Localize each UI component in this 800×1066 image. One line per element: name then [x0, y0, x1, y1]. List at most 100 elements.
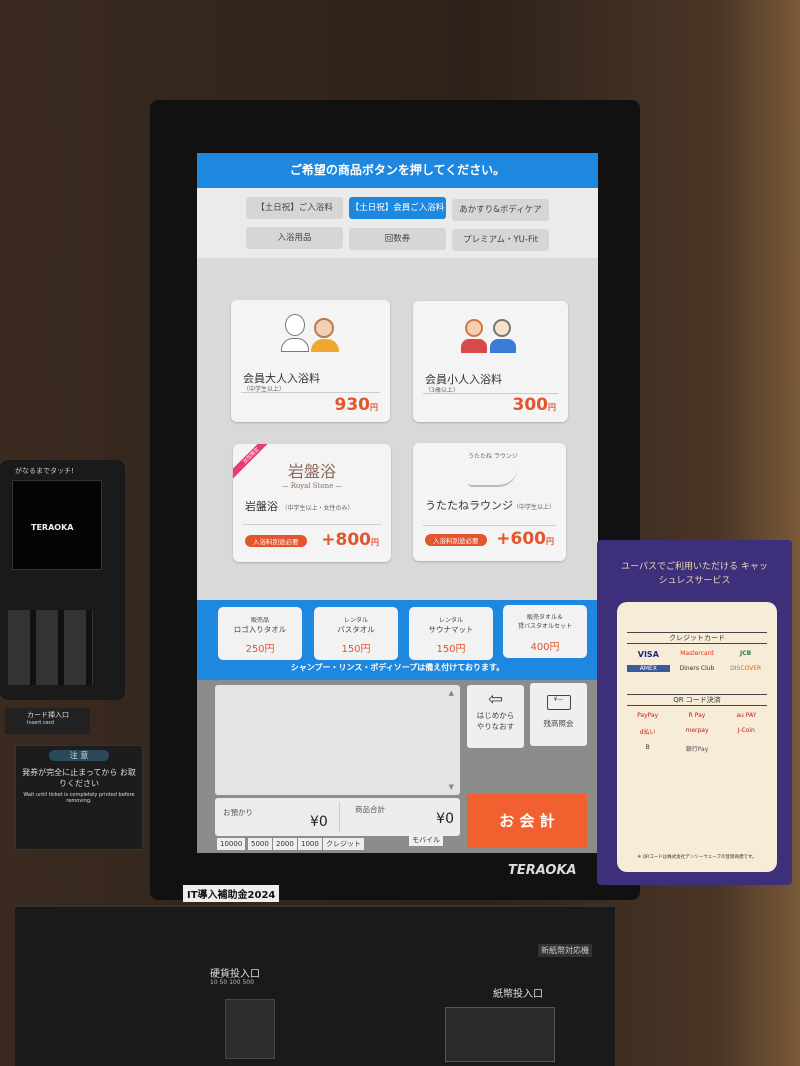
subsidy-sticker: IT導入補助金2024 — [183, 885, 280, 902]
bank-pay-b-logo: B — [645, 744, 650, 751]
towel-logo-towel[interactable]: 販売品 ロゴ入りタオル 250円 — [218, 607, 302, 660]
qr-footnote: ※ QRコードは株式会社デンソーウェーブの登録商標です。 — [637, 855, 757, 860]
coin-slot[interactable] — [225, 999, 275, 1059]
towel-line2: 貸バスタオルセット — [517, 623, 572, 630]
product-adult-member[interactable]: 会員大人入浴料 （中学生以上） 930円 — [231, 300, 390, 422]
product-price: +600円 — [496, 529, 554, 549]
payment-unit: 硬貨投入口 10 50 100 500 新紙幣対応機 紙幣投入口 — [15, 905, 615, 1066]
total-value: ¥0 — [436, 811, 454, 827]
coin-values: 10 50 100 500 — [210, 979, 254, 986]
deposit-label: お預かり — [223, 808, 253, 817]
cart-list[interactable]: ▲ ▼ — [215, 685, 460, 795]
mastercard-logo: Mastercard — [680, 650, 714, 657]
towel-line1: レンタル — [343, 617, 368, 624]
balance-inquiry-button[interactable]: ¥— 残高照会 — [530, 683, 587, 746]
cashless-sign: ユーパスでご利用いただける キャッシュレスサービス クレジットカード VISA … — [597, 540, 792, 885]
bath-fee-required-tag: 入浴料別途必要 — [245, 535, 307, 547]
tab-akasuri[interactable]: あかすり&ボディケア — [452, 199, 549, 221]
product-ganbanyoku[interactable]: 女性限定 岩盤浴 — Royal Stone — 岩盤浴 （中学生以上・女性のみ… — [233, 444, 391, 562]
ginko-pay-logo: 銀行Pay — [685, 746, 709, 753]
terminal-display: TERAOKA — [12, 480, 102, 570]
card-yen-icon: ¥— — [546, 695, 571, 710]
people-illustration-icon — [281, 312, 341, 352]
bill-slot-label: 紙幣投入口 — [493, 989, 543, 1000]
tab-bath-goods[interactable]: 入浴用品 — [246, 227, 343, 249]
product-price: 930円 — [335, 395, 379, 415]
cashless-card: クレジットカード VISA Mastercard JCB AMEX Diners… — [617, 602, 777, 872]
product-child-member[interactable]: 会員小人入浴料 （3歳以上） 300円 — [413, 301, 568, 422]
children-illustration-icon — [461, 317, 521, 355]
product-price: 300円 — [513, 395, 557, 415]
bill-slot[interactable] — [445, 1007, 555, 1062]
card-terminal: がなるまでタッチ! TERAOKA — [0, 460, 125, 700]
caution-en: Wait until ticket is completely printed … — [23, 792, 135, 804]
price-value: +600 — [496, 529, 546, 549]
caution-title: 注 意 — [49, 750, 109, 761]
royal-stone-logo: 岩盤浴 — Royal Stone — — [233, 458, 391, 490]
lounge-chair-logo: うたたね ラウンジ — [468, 451, 518, 487]
scroll-up-icon[interactable]: ▲ — [449, 689, 454, 697]
tab-premium[interactable]: プレミアム・YU-Fit — [452, 229, 549, 251]
deposit-value: ¥0 — [310, 814, 328, 830]
au-pay-logo: au PAY — [736, 712, 757, 719]
tab-coupon[interactable]: 回数券 — [349, 228, 446, 250]
back-arrow-icon: ⇦ — [487, 689, 504, 710]
card-insert-label-en: Insert card — [27, 720, 54, 726]
scroll-down-icon[interactable]: ▼ — [449, 783, 454, 791]
towel-price: 150円 — [436, 644, 466, 655]
towel-section: 販売品 ロゴ入りタオル 250円 レンタル バスタオル 150円 レンタルサウナマット 1… — [197, 600, 598, 680]
restart-label: はじめから やりなおす — [476, 711, 515, 731]
product-name: 岩盤浴 （中学生以上・女性のみ） — [245, 500, 354, 513]
kiosk-screen: ご希望の商品ボタンを押してください。 【土日祝】ご入浴料 【土日祝】会員ご入浴料… — [197, 153, 598, 853]
towel-sauna-mat-rental[interactable]: レンタル サウナマット 150円 — [409, 607, 493, 660]
towel-line2: ロゴ入りタオル — [233, 625, 287, 634]
card-insert-slot[interactable]: カード挿入口 Insert card — [5, 708, 90, 734]
bill-chip-10000: 10000 — [217, 838, 246, 850]
price-value: 930 — [334, 395, 371, 415]
discover-logo: DISCOVER — [730, 665, 762, 672]
price-unit: 円 — [546, 537, 554, 546]
tab-weekend-member-bath[interactable]: 【土日祝】会員ご入浴料 — [349, 197, 446, 219]
bill-chip-2000: 2000 — [273, 838, 297, 850]
checkout-button[interactable]: お 会 計 — [467, 794, 587, 848]
mobile-chip: モバイル — [409, 834, 443, 846]
category-tabs: 【土日祝】ご入浴料 【土日祝】会員ご入浴料 あかすり&ボディケア 入浴用品 回数… — [197, 188, 598, 258]
qr-heading: QR コード決済 — [627, 694, 767, 706]
price-value: +800 — [321, 530, 371, 550]
d-barai-logo: d払い — [639, 729, 656, 736]
divider — [423, 393, 558, 394]
towel-bath-towel-rental[interactable]: レンタル バスタオル 150円 — [314, 607, 398, 660]
product-sub: （中学生以上） — [513, 504, 556, 511]
jcoin-logo: J-Coin — [737, 727, 755, 734]
towel-line1: 販売品 — [250, 617, 269, 624]
divider — [423, 525, 556, 526]
product-utatane-lounge[interactable]: うたたね ラウンジ うたたねラウンジ（中学生以上） 入浴料別途必要 +600円 — [413, 443, 566, 561]
divider — [241, 392, 380, 393]
towel-price: 400円 — [530, 642, 560, 653]
caution-plate: 注 意 発券が完全に止まってから お取りください Wait until tick… — [15, 745, 143, 850]
product-sub: （中学生以上・女性のみ） — [281, 505, 354, 512]
rakuten-pay-logo: R Pay — [688, 712, 706, 719]
bill-chip-1000: 1000 — [298, 838, 322, 850]
tab-weekend-bath[interactable]: 【土日祝】ご入浴料 — [246, 197, 343, 219]
instruction-header: ご希望の商品ボタンを押してください。 — [197, 153, 598, 188]
new-bills-label: 新紙幣対応機 — [538, 944, 592, 957]
diners-logo: Diners Club — [679, 665, 715, 672]
towel-set[interactable]: 販売タオル＆ 貸バスタオルセット 400円 — [503, 605, 587, 658]
teraoka-logo: TERAOKA — [508, 863, 577, 878]
towel-price: 150円 — [341, 644, 371, 655]
divider — [339, 802, 340, 832]
amex-logo: AMEX — [627, 665, 670, 672]
logo-sub: — Royal Stone — — [281, 482, 343, 490]
product-price: +800円 — [321, 530, 379, 550]
towel-line2: バスタオル — [337, 625, 375, 634]
product-name: うたたねラウンジ（中学生以上） — [425, 499, 556, 512]
terminal-keypad[interactable] — [8, 610, 93, 685]
towel-line2: サウナマット — [428, 625, 474, 634]
restart-button[interactable]: ⇦ はじめから やりなおす — [467, 685, 524, 748]
credit-chip: クレジット — [323, 838, 364, 850]
balance-label: 残高照会 — [543, 719, 574, 728]
amount-panel: お預かり ¥0 商品合計 ¥0 — [215, 798, 460, 836]
price-unit: 円 — [370, 403, 378, 412]
price-value: 300 — [512, 395, 549, 415]
